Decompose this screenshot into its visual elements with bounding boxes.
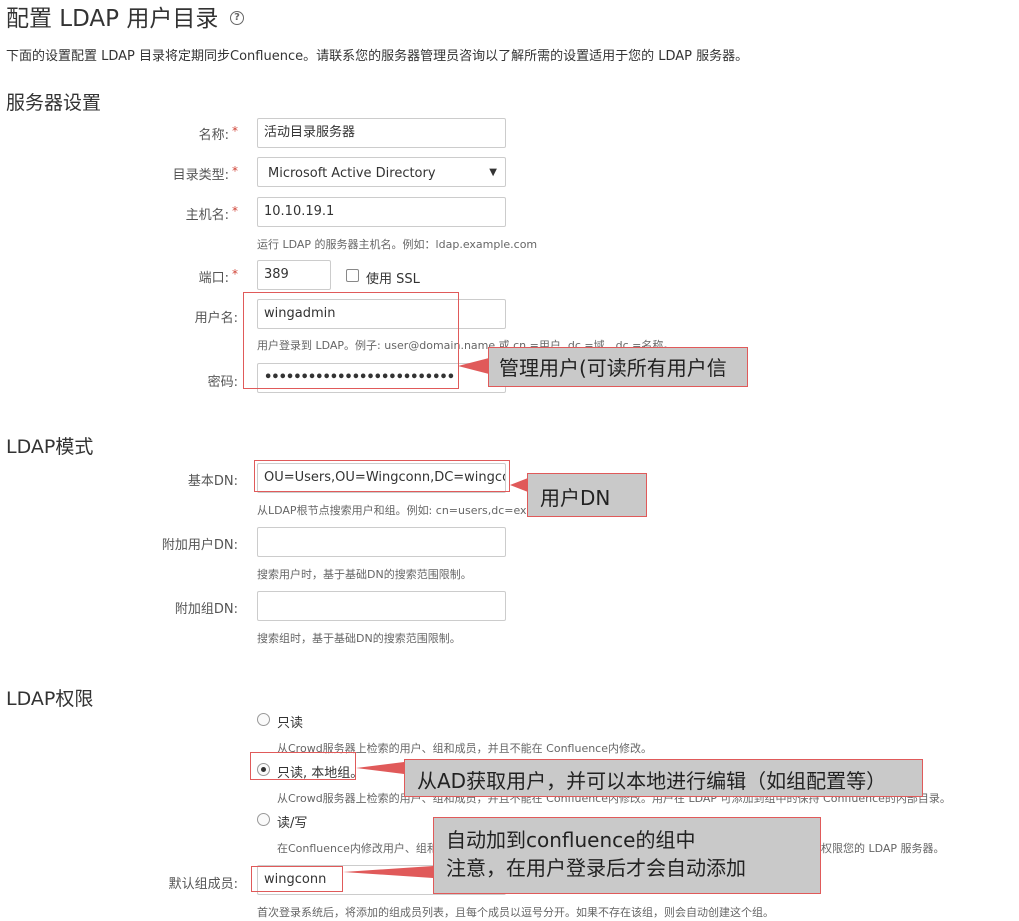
required-mark: * [232, 267, 238, 281]
extra-group-dn-input[interactable] [257, 591, 506, 621]
user-dn-callout: 用户DN [527, 473, 647, 517]
password-label: 密码: [207, 375, 238, 390]
extra-user-dn-hint: 搜索用户时，基于基础DN的搜索范围限制。 [257, 568, 472, 581]
base-dn-label: 基本DN: [187, 474, 238, 489]
section-server-settings: 服务器设置 [6, 92, 102, 114]
help-icon[interactable]: ? [230, 11, 244, 25]
hostname-hint: 运行 LDAP 的服务器主机名。例如：ldap.example.com [257, 238, 538, 251]
page-intro: 下面的设置配置 LDAP 目录将定期同步Confluence。请联系您的服务器管… [6, 49, 749, 64]
auto-add-callout-line-2: 注意，在用户登录后才会自动添加 [446, 856, 746, 880]
port-input[interactable]: 389 [257, 260, 331, 290]
name-input[interactable]: 活动目录服务器 [257, 118, 506, 148]
default-groups-highlight [251, 866, 343, 892]
local-groups-callout: 从AD获取用户，并可以本地进行编辑（如组配置等） [404, 759, 923, 797]
radio-read-write[interactable] [257, 813, 270, 826]
radio-read-only-label: 只读 [277, 716, 304, 731]
directory-type-label: 目录类型: * [172, 164, 238, 183]
page-title: 配置 LDAP 用户目录 [6, 6, 219, 32]
required-mark: * [232, 204, 238, 218]
local-groups-highlight [250, 752, 356, 780]
required-mark: * [232, 164, 238, 178]
section-ldap-schema: LDAP模式 [6, 436, 94, 458]
auto-add-callout-pointer [343, 866, 433, 878]
ssl-label: 使用 SSL [366, 272, 420, 287]
hostname-label: 主机名: * [185, 204, 238, 223]
section-ldap-permissions: LDAP权限 [6, 688, 94, 710]
local-groups-callout-pointer [356, 762, 404, 774]
extra-user-dn-label: 附加用户DN: [161, 538, 238, 553]
chevron-down-icon: ▼ [489, 167, 497, 178]
extra-group-dn-hint: 搜索组时，基于基础DN的搜索范围限制。 [257, 632, 461, 645]
radio-read-only[interactable] [257, 713, 270, 726]
username-label: 用户名: [194, 311, 238, 326]
auto-add-callout-line-1: 自动加到confluence的组中 [446, 828, 696, 852]
radio-read-write-label: 读/写 [277, 816, 308, 831]
required-mark: * [232, 124, 238, 138]
auto-add-callout: 自动加到confluence的组中 注意，在用户登录后才会自动添加 [433, 817, 821, 894]
port-label: 端口: * [198, 267, 238, 286]
name-label: 名称: * [198, 124, 238, 143]
hostname-input[interactable]: 10.10.19.1 [257, 197, 506, 227]
directory-type-value: Microsoft Active Directory [268, 166, 436, 181]
extra-group-dn-label: 附加组DN: [174, 602, 238, 617]
admin-user-callout-pointer [458, 358, 489, 374]
default-groups-label: 默认组成员: [168, 877, 238, 892]
default-groups-hint: 首次登录系统后，将添加的组成员列表，且每个成员以逗号分开。如果不存在该组，则会自… [257, 906, 774, 919]
admin-user-callout: 管理用户(可读所有用户信 [488, 347, 748, 387]
extra-user-dn-input[interactable] [257, 527, 506, 557]
directory-type-select[interactable]: Microsoft Active Directory ▼ [257, 157, 506, 187]
base-dn-highlight [254, 460, 510, 492]
ssl-checkbox[interactable] [346, 269, 359, 282]
user-dn-callout-pointer [510, 478, 528, 492]
admin-user-highlight [243, 292, 459, 389]
